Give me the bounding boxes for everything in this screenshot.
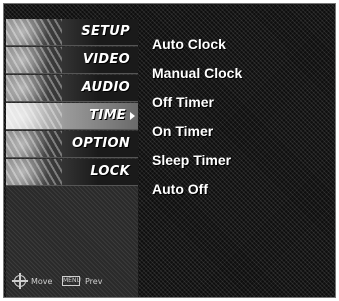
menu-item-lock[interactable]: LOCK [6, 159, 138, 186]
menu-item-label: TIME [89, 108, 126, 123]
time-thumbnail [6, 103, 62, 129]
menu-item-time[interactable]: TIME [6, 103, 138, 130]
menu-item-label: VIDEO [82, 52, 130, 67]
prev-hint-label: Prev [85, 277, 103, 286]
submenu-item-sleep-timer[interactable]: Sleep Timer [152, 146, 332, 175]
directional-pad-icon [12, 273, 28, 289]
setup-thumbnail [6, 19, 62, 45]
chevron-right-icon [130, 112, 135, 120]
main-menu-sidebar: SETUP VIDEO AUDIO TIME OPTION LOCK [6, 19, 138, 297]
navigation-hint-bar: Move MENU Prev [6, 272, 138, 292]
submenu-item-manual-clock[interactable]: Manual Clock [152, 59, 332, 88]
submenu-item-off-timer[interactable]: Off Timer [152, 88, 332, 117]
move-hint-label: Move [31, 277, 53, 286]
menu-item-video[interactable]: VIDEO [6, 47, 138, 74]
menu-item-setup[interactable]: SETUP [6, 19, 138, 46]
menu-key-icon: MENU [62, 276, 81, 286]
submenu-item-on-timer[interactable]: On Timer [152, 117, 332, 146]
option-thumbnail [6, 131, 62, 157]
menu-item-label: AUDIO [81, 80, 130, 95]
video-thumbnail [6, 47, 62, 73]
time-submenu: Auto Clock Manual Clock Off Timer On Tim… [152, 30, 332, 204]
menu-item-audio[interactable]: AUDIO [6, 75, 138, 102]
menu-item-label: OPTION [71, 136, 130, 151]
submenu-item-auto-clock[interactable]: Auto Clock [152, 30, 332, 59]
audio-thumbnail [6, 75, 62, 101]
menu-item-label: SETUP [81, 24, 130, 39]
menu-item-option[interactable]: OPTION [6, 131, 138, 158]
menu-item-label: LOCK [90, 164, 130, 179]
lock-thumbnail [6, 159, 62, 185]
submenu-item-auto-off[interactable]: Auto Off [152, 175, 332, 204]
